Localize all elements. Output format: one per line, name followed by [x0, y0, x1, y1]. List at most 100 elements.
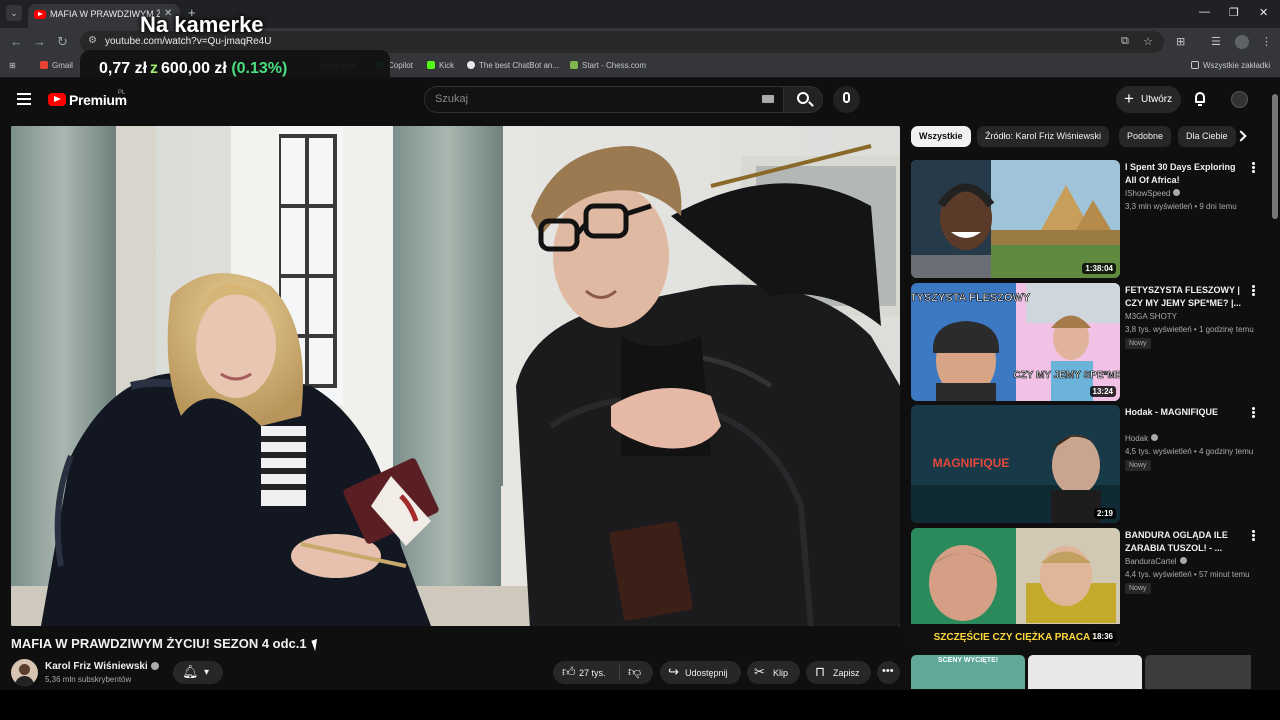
- clip-button[interactable]: ✂ Klip: [747, 661, 800, 684]
- channel-name-text[interactable]: Karol Friz Wiśniewski: [45, 661, 148, 672]
- recommendation-item[interactable]: MAGNIFIQUE 2:19 Hodak - MAGNIFIQUE Hodak…: [911, 405, 1261, 523]
- all-bookmarks[interactable]: Wszystkie zakładki: [1191, 61, 1270, 70]
- short-title: SCENY WYCIĘTE!: [937, 657, 999, 664]
- video-thumbnail[interactable]: MAGNIFIQUE 2:19: [911, 405, 1120, 523]
- minimize-icon[interactable]: —: [1199, 6, 1210, 18]
- channel-avatar[interactable]: [11, 659, 38, 686]
- chip-source[interactable]: Źródło: Karol Friz Wiśniewski: [977, 126, 1110, 147]
- scrollbar-thumb[interactable]: [1272, 94, 1278, 219]
- subscriber-count: 5,36 mln subskrybentów: [45, 675, 132, 684]
- close-window-icon[interactable]: ✕: [1259, 6, 1268, 19]
- subscription-bell-button[interactable]: 🔔︎ ▾: [173, 661, 223, 684]
- recommendation-item[interactable]: SZCZĘŚCIE CZY CIĘŻKA PRACA? 18:36 BANDUR…: [911, 528, 1261, 646]
- browser-profile-avatar[interactable]: [1235, 35, 1249, 49]
- plus-icon: +: [1124, 89, 1134, 108]
- like-button[interactable]: 👍︎ 27 tys.: [553, 661, 619, 684]
- voice-search-button[interactable]: [833, 86, 860, 113]
- create-label: Utwórz: [1141, 94, 1173, 105]
- channel-name-text[interactable]: IShowSpeed: [1125, 189, 1170, 198]
- more-vertical-icon[interactable]: [1252, 285, 1255, 296]
- bookmark-label: Copilot: [388, 61, 413, 70]
- chevron-down-icon: ▾: [204, 667, 210, 678]
- bookmark-chatbot[interactable]: The best ChatBot an...: [467, 61, 559, 70]
- video-title[interactable]: I Spent 30 Days Exploring All Of Africa!: [1125, 161, 1243, 186]
- menu-icon[interactable]: [17, 93, 31, 105]
- thumbnail-image: SZCZĘŚCIE CZY CIĘŻKA PRACA?: [911, 528, 1120, 646]
- notifications-bell-icon[interactable]: [1193, 91, 1207, 106]
- browser-menu-icon[interactable]: ⋮: [1261, 35, 1272, 48]
- thumbnail-text: FETYSZYSTA FLESZOWY: [911, 292, 1031, 304]
- more-vertical-icon[interactable]: [1252, 407, 1255, 418]
- install-app-icon[interactable]: ⧉: [1121, 35, 1129, 48]
- maximize-icon[interactable]: ❐: [1229, 6, 1239, 19]
- channel-name[interactable]: BanduraCartel: [1125, 557, 1187, 566]
- account-avatar[interactable]: [1231, 91, 1248, 108]
- camera-overlay-label: Na kamerke: [140, 12, 264, 37]
- chip-all[interactable]: Wszystkie: [911, 126, 971, 147]
- channel-name[interactable]: M3GA SHOTY: [1125, 312, 1177, 321]
- verified-check-icon: [150, 662, 159, 670]
- back-icon[interactable]: ←: [10, 34, 23, 49]
- chip-similar[interactable]: Podobne: [1119, 126, 1172, 147]
- video-player[interactable]: [11, 126, 900, 626]
- video-duration: 2:19: [1093, 508, 1116, 519]
- channel-name[interactable]: Karol Friz Wiśniewski: [45, 661, 159, 672]
- tab-search-button[interactable]: ⌄: [6, 5, 22, 21]
- reading-list-icon[interactable]: ☰: [1211, 35, 1221, 48]
- create-button[interactable]: + Utwórz: [1116, 86, 1181, 113]
- extensions-icon[interactable]: ⊞: [1176, 35, 1185, 48]
- like-dislike-group: 👍︎ 27 tys. 👎︎: [553, 661, 653, 684]
- share-button[interactable]: ↪ Udostępnij: [660, 661, 741, 684]
- recommendation-item[interactable]: 1:38:04 I Spent 30 Days Exploring All Of…: [911, 160, 1261, 278]
- search-icon: [797, 92, 809, 104]
- search-button[interactable]: [783, 86, 823, 113]
- bookmark-star-icon[interactable]: ☆: [1143, 35, 1153, 48]
- video-title[interactable]: Hodak - MAGNIFIQUE: [1125, 406, 1243, 419]
- video-duration: 18:36: [1089, 631, 1116, 642]
- youtube-logo-icon[interactable]: [48, 93, 66, 106]
- reload-icon[interactable]: ↻: [57, 34, 68, 50]
- channel-name-text[interactable]: BanduraCartel: [1125, 557, 1177, 566]
- bookmark-gmail[interactable]: Gmail: [40, 61, 73, 70]
- keyboard-icon[interactable]: [762, 95, 774, 103]
- video-meta: 4,4 tys. wyświetleń • 57 minut temu: [1125, 570, 1250, 579]
- forward-icon[interactable]: →: [33, 34, 46, 49]
- more-vertical-icon[interactable]: [1252, 530, 1255, 541]
- channel-name[interactable]: IShowSpeed: [1125, 189, 1181, 198]
- video-thumbnail[interactable]: SZCZĘŚCIE CZY CIĘŻKA PRACA? 18:36: [911, 528, 1120, 646]
- site-info-icon[interactable]: ⚙: [88, 35, 97, 46]
- channel-name-text[interactable]: Hodak: [1125, 434, 1148, 443]
- share-label: Udostępnij: [685, 668, 728, 678]
- donation-of: z: [150, 60, 159, 77]
- filter-chips: Wszystkie Źródło: Karol Friz Wiśniewski …: [911, 126, 1251, 148]
- short-thumbnail[interactable]: [1145, 655, 1251, 689]
- recommendation-item[interactable]: FETYSZYSTA FLESZOWY CZY MY JEMY SPE*ME? …: [911, 283, 1261, 401]
- video-thumbnail[interactable]: 1:38:04: [911, 160, 1120, 278]
- apps-grid-icon[interactable]: ⊞: [9, 61, 16, 70]
- video-meta: 4,5 tys. wyświetleń • 4 godziny temu: [1125, 447, 1254, 456]
- channel-name[interactable]: Hodak: [1125, 434, 1159, 443]
- save-label: Zapisz: [833, 668, 860, 678]
- dislike-button[interactable]: 👎︎: [620, 661, 653, 684]
- short-thumbnail[interactable]: SCENY WYCIĘTE!: [911, 655, 1025, 689]
- taskbar-area: [0, 690, 1280, 720]
- search-box: [424, 86, 784, 113]
- video-title[interactable]: FETYSZYSTA FLESZOWY | CZY MY JEMY SPE*ME…: [1125, 284, 1243, 309]
- more-vertical-icon[interactable]: [1252, 162, 1255, 173]
- more-horizontal-icon: •••: [882, 665, 894, 677]
- like-count: 27 tys.: [579, 668, 606, 678]
- short-thumbnail[interactable]: [1028, 655, 1142, 689]
- search-input[interactable]: [435, 93, 755, 105]
- bookmark-label: Gmail: [52, 61, 73, 70]
- more-actions-button[interactable]: •••: [877, 661, 900, 684]
- bookmark-chess[interactable]: Start - Chess.com: [570, 61, 646, 70]
- video-title: MAFIA W PRAWDZIWYM ŻYCIU! SEZON 4 odc.1: [11, 636, 307, 651]
- bookmark-kick[interactable]: Kick: [427, 61, 454, 70]
- video-title[interactable]: BANDURA OGLĄDA ILE ZARABIA TUSZOL! - ...: [1125, 529, 1243, 554]
- thumbnail-text: MAGNIFIQUE: [933, 456, 1010, 470]
- bell-icon: 🔔︎: [182, 664, 199, 679]
- video-thumbnail[interactable]: FETYSZYSTA FLESZOWY CZY MY JEMY SPE*ME? …: [911, 283, 1120, 401]
- save-button[interactable]: ⊓ Zapisz: [806, 661, 871, 684]
- chip-for-you[interactable]: Dla Ciebie: [1178, 126, 1236, 147]
- page-scrollbar[interactable]: [1270, 80, 1280, 690]
